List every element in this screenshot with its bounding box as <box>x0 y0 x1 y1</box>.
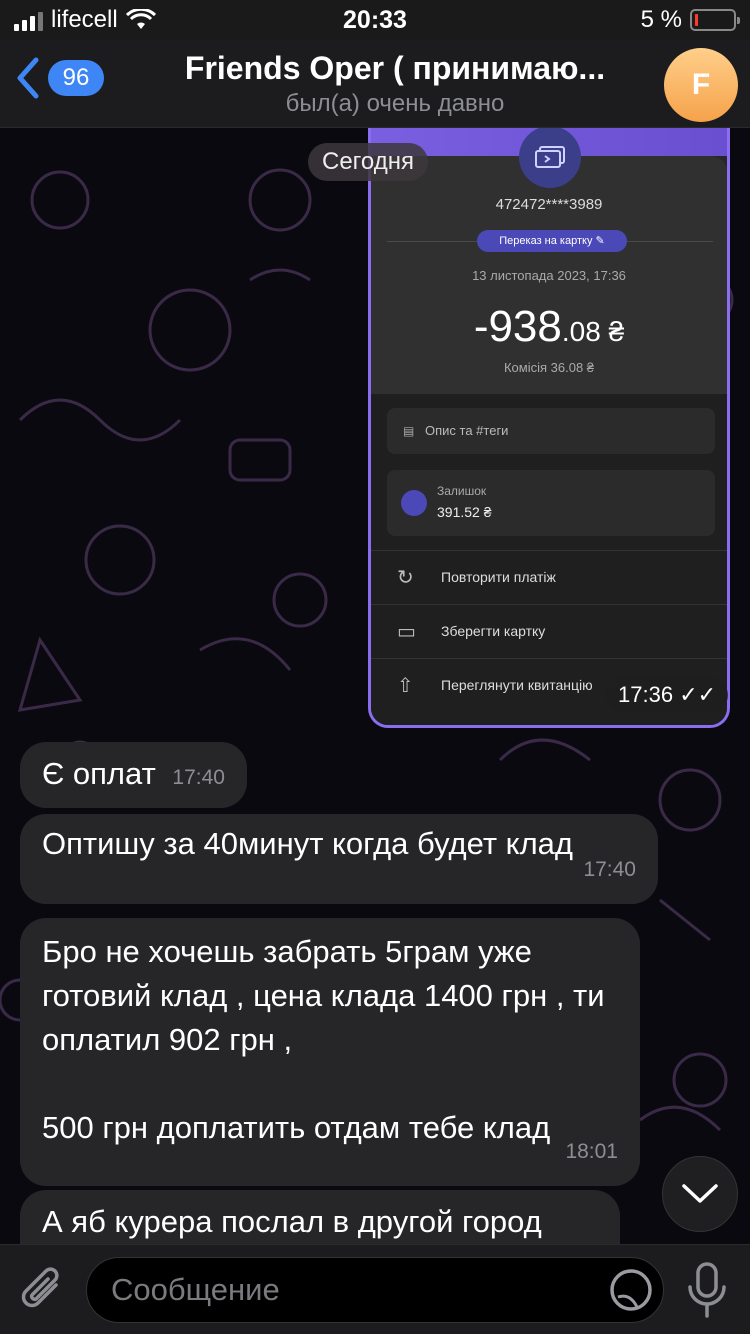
message-text: Бро не хочешь забрать 5грам уже готовий … <box>42 934 605 1057</box>
back-button[interactable]: 96 <box>12 54 104 102</box>
image-message[interactable]: 472472****3989 Переказ на картку ✎ 13 ли… <box>368 128 730 728</box>
message-text: А яб курера послал в другой город <box>42 1204 542 1239</box>
message-text: 500 грн доплатить отдам тебе клад <box>42 1110 551 1145</box>
message-input-bar <box>0 1244 750 1334</box>
receipt-fee: Комісія 36.08 ₴ <box>503 360 595 375</box>
receipt-balance: Залишок 391.52 ₴ <box>387 470 715 536</box>
share-icon: ⇧ <box>397 675 414 697</box>
battery-icon <box>690 9 740 31</box>
status-bar: lifecell 20:33 5 % <box>0 0 750 40</box>
last-seen-status: был(а) очень давно <box>285 90 505 117</box>
battery-info: 5 % <box>640 6 740 34</box>
wallet-icon <box>401 490 427 516</box>
carrier-name: lifecell <box>51 6 118 33</box>
incoming-message[interactable]: Бро не хочешь забрать 5грам уже готовий … <box>20 918 640 1186</box>
message-input[interactable] <box>86 1257 664 1323</box>
carrier-info: lifecell <box>14 6 156 34</box>
card-add-icon: ▭ <box>397 621 416 643</box>
date-separator: Сегодня <box>308 143 428 181</box>
chat-title[interactable]: Friends Oper ( принимаю... <box>130 50 660 87</box>
message-time: 17:40 <box>172 766 225 789</box>
signal-icon <box>14 9 43 31</box>
avatar[interactable]: F <box>664 48 738 122</box>
battery-percent: 5 % <box>640 6 682 33</box>
paperclip-icon[interactable] <box>18 1263 68 1317</box>
wifi-icon <box>125 9 156 29</box>
receipt-description-field: Опис та #теги <box>387 408 715 454</box>
message-text: Оптишу за 40минут когда будет клад <box>42 826 573 861</box>
repeat-icon: ↻ <box>397 567 414 589</box>
sticker-icon[interactable] <box>608 1267 654 1313</box>
receipt-datetime: 13 листопада 2023, 17:36 <box>472 268 626 283</box>
microphone-icon[interactable] <box>684 1261 730 1319</box>
chat-header: 96 Friends Oper ( принимаю... был(а) оче… <box>0 40 750 128</box>
receipt-amount: -938.08 ₴ <box>473 302 625 351</box>
receipt-card-number: 472472****3989 <box>495 196 603 213</box>
balance-value: 391.52 ₴ <box>437 504 492 520</box>
image-message-time: 17:36 ✓✓ <box>606 678 729 712</box>
message-text: Є оплат <box>42 756 156 791</box>
read-checkmarks-icon: ✓✓ <box>679 682 717 707</box>
message-time: 18:01 <box>565 1140 618 1163</box>
incoming-message[interactable]: Є оплат 17:40 <box>20 742 247 808</box>
receipt-action-save-card: ▭ Зберегти картку <box>371 604 727 658</box>
chevron-left-icon <box>17 57 39 99</box>
message-time: 17:40 <box>583 858 636 881</box>
incoming-message[interactable]: Оптишу за 40минут когда будет клад 17:40 <box>20 814 658 904</box>
scroll-down-button[interactable] <box>662 1156 738 1232</box>
transfer-icon <box>519 128 581 188</box>
chevron-down-icon <box>682 1184 718 1203</box>
unread-count-badge: 96 <box>48 60 104 96</box>
receipt-action-repeat: ↻ Повторити платіж <box>371 550 727 604</box>
balance-label: Залишок <box>437 484 487 498</box>
receipt-tag: Переказ на картку ✎ <box>477 230 627 252</box>
